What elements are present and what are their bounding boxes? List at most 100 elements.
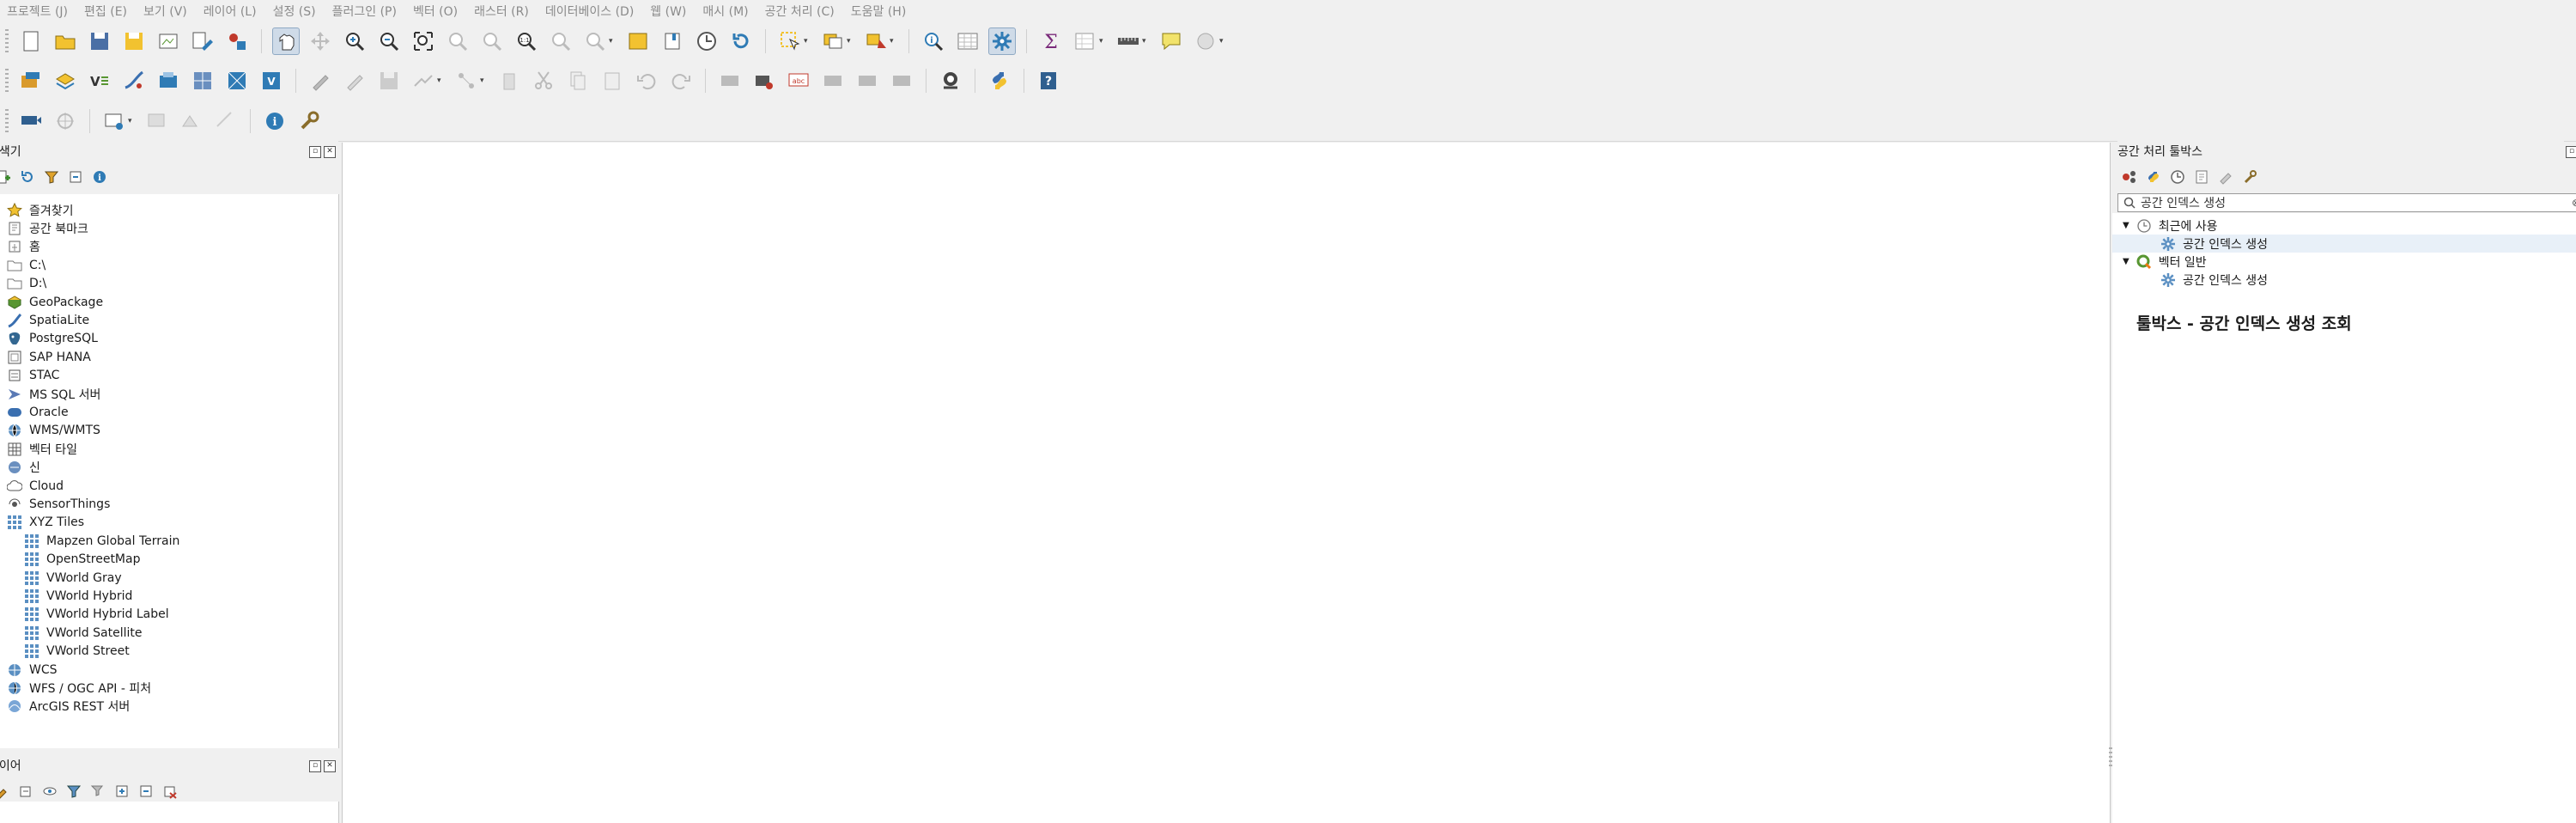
browser-item[interactable]: 홈 (7, 238, 40, 256)
add-mesh-icon[interactable] (223, 67, 251, 94)
refresh-icon[interactable] (19, 168, 36, 186)
move-label-icon[interactable] (819, 67, 847, 94)
redo-icon[interactable] (667, 67, 695, 94)
delete-selected-icon[interactable] (495, 67, 523, 94)
manage-visibility-icon[interactable] (41, 783, 58, 800)
browser-item[interactable]: WFS / OGC API - 피처 (7, 679, 151, 697)
browser-item[interactable]: Cloud (7, 477, 64, 495)
browser-item[interactable]: 신 (7, 459, 40, 477)
browser-item[interactable]: 벡터 타일 (7, 440, 77, 458)
deselect-icon[interactable] (819, 27, 847, 55)
browser-item[interactable]: SpatiaLite (7, 311, 89, 329)
add-group-icon[interactable] (17, 783, 34, 800)
menu-item[interactable]: 벡터 (O) (402, 3, 467, 20)
close-icon[interactable]: ✕ (324, 146, 336, 158)
browser-item[interactable]: VWorld Satellite (24, 624, 143, 642)
save-project-icon[interactable] (86, 27, 113, 55)
float-icon[interactable]: ▫ (309, 760, 321, 772)
filter-legend-icon[interactable] (65, 783, 82, 800)
toolbox-tree[interactable]: ▼ 최근에 사용 공간 인덱스 생성 ▼ 벡터 일반 공간 인덱스 생성 (2112, 213, 2576, 823)
identify-icon[interactable]: i (920, 27, 947, 55)
properties-icon[interactable]: i (91, 168, 108, 186)
menu-item[interactable]: 공간 처리 (C) (754, 3, 844, 20)
pan-map-icon[interactable] (272, 27, 300, 55)
menu-item[interactable]: 웹 (W) (639, 3, 696, 20)
split-icon[interactable] (212, 107, 240, 135)
zoom-native-icon[interactable]: 1:1 (513, 27, 540, 55)
menu-item[interactable]: 편집 (E) (73, 3, 137, 20)
rotate-icon[interactable] (52, 107, 79, 135)
toolbox-algorithm-item[interactable]: 공간 인덱스 생성 (2112, 235, 2576, 253)
refresh-icon[interactable] (727, 27, 755, 55)
add-spatialite-icon[interactable] (120, 67, 148, 94)
scripts-icon[interactable] (2145, 168, 2162, 186)
new-bookmark-icon[interactable] (624, 27, 652, 55)
print-layout-icon[interactable] (155, 27, 182, 55)
rotate-label-icon[interactable] (854, 67, 881, 94)
add-delimited-text-icon[interactable]: V (86, 67, 113, 94)
save-as-icon[interactable] (120, 27, 148, 55)
zoom-in-icon[interactable] (341, 27, 368, 55)
menu-item[interactable]: 래스터 (R) (463, 3, 538, 20)
browser-item[interactable]: VWorld Hybrid Label (24, 606, 169, 624)
expand-arrow-icon[interactable]: ▼ (2123, 221, 2129, 230)
menu-item[interactable]: 플러그인 (P) (321, 3, 406, 20)
toolbox-group-recent[interactable]: ▼ 최근에 사용 (2123, 216, 2218, 235)
edit-features-inplace-icon[interactable] (2217, 168, 2234, 186)
qgis-online-icon[interactable] (937, 67, 964, 94)
menu-item[interactable]: 프로젝트 (J) (0, 3, 77, 20)
show-labels-icon[interactable]: abc (785, 67, 812, 94)
menu-item[interactable]: 데이터베이스 (D) (534, 3, 643, 20)
dropdown-arrow-icon[interactable]: ▾ (128, 117, 137, 125)
collapse-all-icon[interactable] (67, 168, 84, 186)
select-by-location-icon[interactable] (862, 27, 890, 55)
style-manager-icon[interactable] (223, 27, 251, 55)
dropdown-arrow-icon[interactable]: ▾ (890, 37, 898, 46)
fill-ring-icon[interactable] (178, 107, 205, 135)
measure-icon[interactable] (1115, 27, 1142, 55)
browser-item[interactable]: OpenStreetMap (24, 551, 140, 569)
dropdown-arrow-icon[interactable]: ▾ (1142, 37, 1151, 46)
dropdown-arrow-icon[interactable]: ▾ (480, 76, 489, 85)
show-bookmarks-icon[interactable] (659, 27, 686, 55)
undo-icon[interactable] (633, 67, 660, 94)
menu-item[interactable]: 설정 (S) (262, 3, 325, 20)
dropdown-arrow-icon[interactable]: ▾ (437, 76, 446, 85)
menu-item[interactable]: 레이어 (L) (192, 3, 266, 20)
attribute-table-icon[interactable] (954, 27, 981, 55)
dropdown-arrow-icon[interactable]: ▾ (1099, 37, 1108, 46)
toolbox-group-vector-general[interactable]: ▼ 벡터 일반 (2123, 253, 2207, 271)
vertex-tool-icon[interactable] (453, 67, 480, 94)
float-icon[interactable]: ▫ (2566, 146, 2576, 158)
data-source-manager-icon[interactable] (17, 67, 45, 94)
zoom-to-selection-icon[interactable] (444, 27, 471, 55)
layout-manager-icon[interactable] (189, 27, 216, 55)
copy-icon[interactable] (564, 67, 592, 94)
browser-item[interactable]: 공간 북마크 (7, 219, 88, 237)
cut-icon[interactable] (530, 67, 557, 94)
new-project-icon[interactable] (17, 27, 45, 55)
map-tips-icon[interactable] (1157, 27, 1185, 55)
options-icon[interactable] (2241, 168, 2258, 186)
remove-layer-icon[interactable] (161, 783, 179, 800)
browser-item[interactable]: Oracle (7, 403, 69, 421)
layers-tree[interactable] (0, 802, 339, 823)
menu-item[interactable]: 보기 (V) (132, 3, 197, 20)
browser-item[interactable]: GeoPackage (7, 293, 103, 311)
pan-to-selection-icon[interactable] (307, 27, 334, 55)
open-layer-styling-icon[interactable] (0, 783, 10, 800)
dropdown-arrow-icon[interactable]: ▾ (847, 37, 855, 46)
zoom-to-layer-icon[interactable] (478, 27, 506, 55)
toolbox-search-input[interactable]: 공간 인덱스 생성 ⊗ (2117, 193, 2576, 212)
browser-item[interactable]: WMS/WMTS (7, 422, 100, 440)
zoom-out-icon[interactable] (375, 27, 403, 55)
toggle-editing-icon[interactable] (341, 67, 368, 94)
browser-item[interactable]: PostgreSQL (7, 330, 98, 348)
dropdown-arrow-icon[interactable]: ▾ (609, 37, 617, 46)
browser-item[interactable]: WCS (7, 661, 58, 679)
menu-item[interactable]: 도움말 (H) (840, 3, 916, 20)
collapse-all-icon[interactable] (137, 783, 155, 800)
browser-item[interactable]: 즐겨찾기 (7, 201, 74, 219)
browser-item[interactable]: SAP HANA (7, 348, 91, 366)
browser-item[interactable]: Mapzen Global Terrain (24, 532, 179, 550)
